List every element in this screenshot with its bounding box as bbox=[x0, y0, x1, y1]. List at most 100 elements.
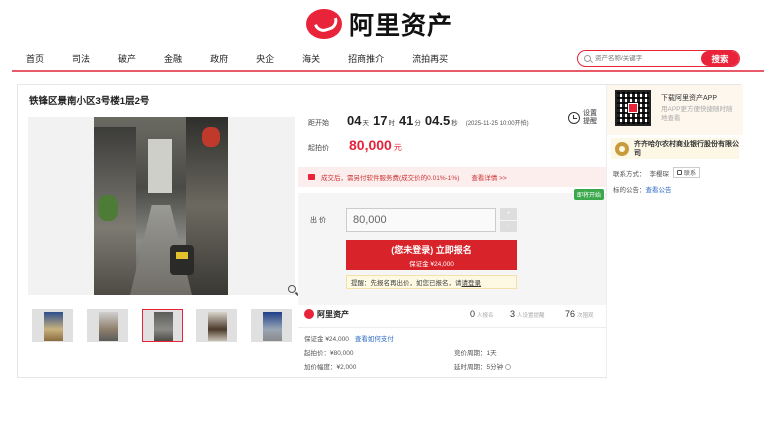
nav-item-home[interactable]: 首页 bbox=[26, 52, 44, 65]
countdown-minutes: 41 bbox=[398, 113, 414, 128]
remind-label: 人设置提醒 bbox=[517, 313, 545, 319]
zoom-icon[interactable] bbox=[288, 285, 296, 293]
register-button-deposit: 保证金 ¥24,000 bbox=[409, 260, 454, 268]
nav-item-judicial[interactable]: 司法 bbox=[72, 52, 90, 65]
app-download-box: 下载阿里资产APP 用APP更方便快捷随时随地查看 bbox=[607, 85, 743, 135]
minutes-unit: 分 bbox=[414, 120, 421, 127]
bid-stepper: + - bbox=[500, 208, 517, 232]
help-icon[interactable] bbox=[505, 364, 512, 371]
remind-line2: 提醒 bbox=[583, 118, 597, 125]
nav-divider bbox=[12, 70, 764, 72]
countdown-hours: 17 bbox=[372, 113, 388, 128]
remind-stat: 3 人设置提醒 bbox=[510, 309, 545, 319]
nav-item-bankruptcy[interactable]: 破产 bbox=[118, 52, 136, 65]
lock-icon bbox=[308, 174, 315, 180]
bank-name: 齐齐哈尔农村商业银行股份有限公司 bbox=[634, 140, 739, 157]
contact-row: 联系方式： 李樱琛 联系 bbox=[613, 167, 701, 178]
service-detail-link[interactable]: 查看详情 >> bbox=[471, 172, 506, 182]
seconds-unit: 秒 bbox=[451, 120, 458, 127]
brand-name: 阿里资产 bbox=[349, 12, 454, 40]
brand-logo[interactable]: 阿里资产 bbox=[306, 6, 453, 42]
alibaba-asset-logo-icon bbox=[306, 9, 342, 39]
listing-card: 铁锋区景南小区3号楼1层2号 距开始 04 天 17 时 41 分 04.5 秒 (20… bbox=[17, 84, 743, 379]
search-icon bbox=[584, 55, 591, 62]
stats-divider bbox=[298, 327, 606, 328]
increment-label: 加价幅度 bbox=[304, 364, 330, 371]
disposal-institution[interactable]: 齐齐哈尔农村商业银行股份有限公司 bbox=[611, 138, 739, 159]
announcement-label: 标的公告： bbox=[613, 187, 646, 194]
nav-item-government[interactable]: 政府 bbox=[210, 52, 228, 65]
delay-value: 5分钟 bbox=[486, 364, 504, 371]
delay-label: 延时周期 bbox=[454, 364, 480, 371]
countdown-label: 距开始 bbox=[308, 120, 329, 127]
views-label: 次围观 bbox=[577, 313, 594, 319]
thumbnail-4[interactable] bbox=[196, 309, 238, 342]
start-price-unit: 元 bbox=[393, 143, 402, 152]
register-button-label: (您未登录) 立即报名 bbox=[391, 244, 472, 255]
service-fee-notice: 成交后，需另付软件服务费(成交价的0.01%-1%) 查看详情 >> bbox=[298, 167, 606, 187]
qr-center-logo bbox=[628, 103, 638, 113]
start-price-label: 起拍价 bbox=[308, 145, 329, 152]
signup-count: 0 bbox=[470, 309, 476, 319]
thumbnail-5[interactable] bbox=[251, 309, 292, 342]
nav-item-relist[interactable]: 流拍再买 bbox=[412, 52, 448, 65]
thumbnail-1[interactable] bbox=[32, 309, 73, 342]
set-reminder-button[interactable]: 设置 提醒 bbox=[568, 110, 597, 126]
bank-logo-icon bbox=[615, 141, 629, 156]
tip-text: 提醒：先报名再出价，如您已报名，请 bbox=[351, 280, 462, 287]
announcement-row: 标的公告：查看公告 bbox=[613, 184, 672, 194]
nav-item-soe[interactable]: 央企 bbox=[256, 52, 274, 65]
hours-unit: 时 bbox=[388, 120, 395, 127]
search-bar: 搜索 bbox=[577, 50, 740, 67]
start-price-row: 起拍价：¥80,000 bbox=[304, 350, 354, 357]
days-unit: 天 bbox=[362, 120, 369, 127]
how-to-pay-link[interactable]: 查看如何支付 bbox=[355, 336, 394, 343]
property-photo bbox=[94, 117, 228, 295]
thumbnail-3[interactable] bbox=[141, 309, 183, 342]
countdown: 距开始 04 天 17 时 41 分 04.5 秒 (2025-11-25 10:00开… bbox=[308, 113, 529, 128]
start-time: (2025-11-25 10:00开拍) bbox=[465, 121, 529, 127]
search-button[interactable]: 搜索 bbox=[701, 51, 739, 66]
login-link[interactable]: 请登录 bbox=[462, 277, 482, 287]
remind-count: 3 bbox=[510, 309, 516, 319]
listing-title: 铁锋区景南小区3号楼1层2号 bbox=[29, 96, 150, 107]
increment-value: ¥2,000 bbox=[336, 364, 357, 371]
signup-stat: 0 人报名 bbox=[470, 309, 494, 319]
contact-label: 联系方式： bbox=[613, 170, 646, 178]
delay-row: 延时周期：5分钟 bbox=[454, 361, 512, 371]
service-fee-text: 成交后，需另付软件服务费(成交价的0.01%-1%) bbox=[321, 175, 460, 182]
search-input[interactable] bbox=[591, 55, 701, 62]
bid-panel: 即将开始 出 价 80,000 + - (您未登录) 立即报名 保证金 ¥24,… bbox=[298, 189, 606, 305]
start-price-value: 80,000 bbox=[349, 137, 392, 153]
bid-increase-button[interactable]: + bbox=[500, 208, 517, 220]
views-count: 76 bbox=[565, 309, 576, 319]
thumbnail-strip bbox=[32, 309, 292, 342]
remind-line1: 设置 bbox=[583, 110, 597, 117]
deposit-value: ¥24,000 bbox=[325, 336, 349, 343]
phone-icon bbox=[677, 170, 682, 175]
deposit-row: 保证金 ¥24,000 查看如何支付 bbox=[304, 333, 394, 343]
meta-start-price-label: 起拍价 bbox=[304, 350, 324, 357]
nav-item-customs[interactable]: 海关 bbox=[302, 52, 320, 65]
countdown-days: 04 bbox=[347, 113, 362, 128]
countdown-seconds: 04.5 bbox=[424, 113, 451, 128]
bid-decrease-button[interactable]: - bbox=[500, 220, 517, 232]
contact-name: 李樱琛 bbox=[649, 170, 670, 178]
bid-cycle-label: 竞价周期 bbox=[454, 350, 480, 357]
stats-logo: 阿里资产 bbox=[304, 309, 349, 320]
bid-amount-input[interactable]: 80,000 bbox=[346, 208, 496, 232]
contact-button[interactable]: 联系 bbox=[673, 167, 701, 178]
nav-item-finance[interactable]: 金融 bbox=[164, 52, 182, 65]
brand-mini-icon bbox=[304, 309, 314, 319]
status-badge: 即将开始 bbox=[573, 189, 604, 200]
app-download-title: 下载阿里资产APP bbox=[661, 95, 718, 102]
stats-bar: 阿里资产 0 人报名 3 人设置提醒 76 次围观 bbox=[298, 303, 606, 325]
nav-item-investment[interactable]: 招商推介 bbox=[348, 52, 384, 65]
register-button[interactable]: (您未登录) 立即报名 保证金 ¥24,000 bbox=[346, 240, 517, 270]
thumbnail-2[interactable] bbox=[86, 309, 128, 342]
main-photo[interactable] bbox=[28, 117, 295, 295]
app-download-desc: 用APP更方便快捷随时随地查看 bbox=[661, 106, 733, 122]
view-announcement-link[interactable]: 查看公告 bbox=[646, 187, 672, 194]
increment-row: 加价幅度：¥2,000 bbox=[304, 364, 357, 371]
deposit-label: 保证金 bbox=[304, 336, 324, 343]
